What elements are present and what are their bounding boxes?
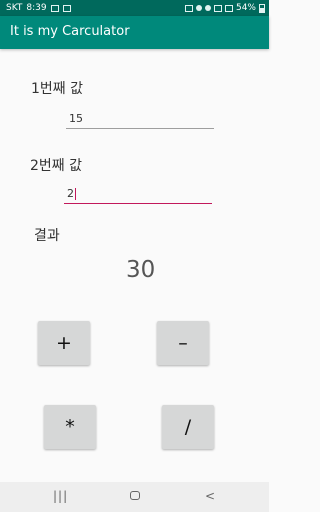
second-value-label: 2번째 값 (30, 158, 82, 174)
nfc-icon (184, 4, 193, 12)
back-button[interactable]: < (205, 489, 215, 503)
second-value-text: 2 (67, 187, 74, 200)
first-value-input[interactable]: 15 (66, 112, 214, 129)
wifi-icon (213, 4, 222, 12)
carrier-label: SKT (6, 3, 23, 13)
result-value: 30 (126, 257, 156, 283)
result-label: 결과 (34, 228, 60, 244)
alarm-icon (204, 5, 211, 11)
battery-percent: 54% (235, 3, 256, 13)
app-title: It is my Carculator (10, 24, 130, 39)
clock: 8:39 (26, 3, 47, 13)
signal-icon (224, 4, 233, 12)
image-icon (50, 4, 59, 12)
second-value-input[interactable]: 2 (64, 187, 212, 204)
mute-icon (195, 5, 202, 11)
battery-icon (259, 3, 265, 13)
message-icon (62, 4, 71, 12)
home-button[interactable] (130, 491, 140, 500)
navigation-bar: ||| < (0, 482, 269, 512)
first-value-text: 15 (69, 112, 83, 125)
status-bar: SKT 8:39 54% (0, 0, 269, 16)
subtract-button[interactable]: – (157, 321, 209, 365)
recent-apps-button[interactable]: ||| (53, 489, 68, 503)
first-value-label: 1번째 값 (31, 81, 83, 97)
divide-button[interactable]: / (162, 405, 214, 449)
app-bar: It is my Carculator (0, 16, 269, 49)
multiply-button[interactable]: * (44, 405, 96, 449)
text-cursor (75, 188, 76, 200)
add-button[interactable]: + (38, 321, 90, 365)
